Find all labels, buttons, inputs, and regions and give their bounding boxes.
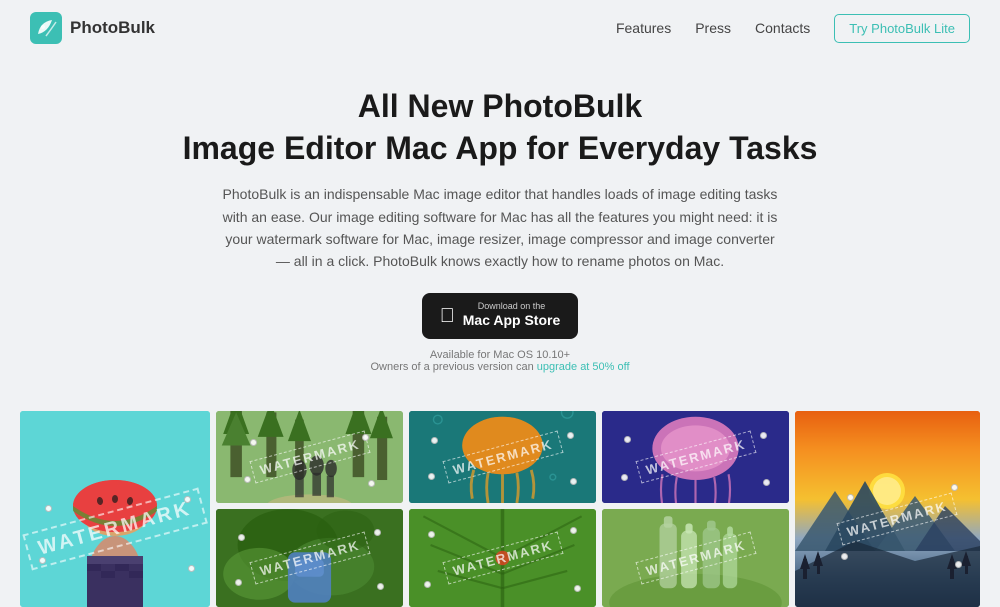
nav-features[interactable]: Features: [616, 20, 671, 36]
gallery-item-bottles: WATERMARK: [602, 509, 789, 607]
upgrade-prefix: Owners of a previous version can: [370, 361, 533, 373]
hero-title: All New PhotoBulk Image Editor Mac App f…: [20, 86, 980, 169]
wm-dot-br: [188, 565, 195, 572]
navigation: Features Press Contacts Try PhotoBulk Li…: [616, 14, 970, 43]
download-app-store-button[interactable]:  Download on the Mac App Store: [422, 293, 579, 340]
gallery-mid-bottom: WATERMARK: [216, 509, 789, 607]
availability-text: Available for Mac OS 10.10+ Owners of a …: [20, 349, 980, 373]
gallery-item-watermelon: WATERMARK: [20, 411, 210, 607]
logo-area: PhotoBulk: [30, 12, 155, 44]
gallery-item-people: WATERMARK: [216, 411, 403, 503]
wm-dot: [250, 439, 257, 446]
nav-contacts[interactable]: Contacts: [755, 20, 810, 36]
wm-dot: [374, 529, 381, 536]
gallery-item-sunset: WATERMARK: [795, 411, 980, 607]
gallery-top-row: WATERMARK: [20, 411, 980, 607]
gallery-item-jellyfish-teal: WATERMARK: [409, 411, 596, 503]
wm-dot: [574, 585, 581, 592]
hero-section: All New PhotoBulk Image Editor Mac App f…: [0, 56, 1000, 393]
hero-title-line2: Image Editor Mac App for Everyday Tasks: [183, 130, 818, 166]
download-btn-text: Download on the Mac App Store: [463, 302, 561, 331]
logo-text: PhotoBulk: [70, 18, 155, 38]
wm-dot: [428, 531, 435, 538]
apple-icon: : [440, 306, 455, 326]
wm-dot: [567, 432, 574, 439]
wm-dot: [368, 480, 375, 487]
logo-icon: [30, 12, 62, 44]
hero-title-line1: All New PhotoBulk: [358, 88, 642, 124]
hero-description: PhotoBulk is an indispensable Mac image …: [220, 183, 780, 273]
wm-dot: [621, 474, 628, 481]
gallery-section: WATERMARK: [0, 393, 1000, 607]
gallery-item-leaves1: WATERMARK: [216, 509, 403, 607]
wm-dot: [424, 581, 431, 588]
try-lite-button[interactable]: Try PhotoBulk Lite: [834, 14, 970, 43]
gallery-item-leaf-closeup: WATERMARK: [409, 509, 596, 607]
upgrade-link[interactable]: upgrade at 50% off: [537, 361, 630, 373]
download-btn-main: Mac App Store: [463, 311, 561, 331]
wm-dot-tr: [184, 496, 191, 503]
wm-dot: [377, 583, 384, 590]
wm-dot: [847, 494, 854, 501]
header: PhotoBulk Features Press Contacts Try Ph…: [0, 0, 1000, 56]
gallery-middle-column: WATERMARK: [216, 411, 789, 607]
wm-dot: [955, 561, 962, 568]
nav-press[interactable]: Press: [695, 20, 731, 36]
wm-dot: [951, 484, 958, 491]
download-btn-top: Download on the: [463, 302, 561, 311]
gallery-mid-top: WATERMARK: [216, 411, 789, 503]
availability-line1: Available for Mac OS 10.10+: [20, 349, 980, 361]
gallery-item-jellyfish-blue: WATERMARK: [602, 411, 789, 503]
wm-dot: [760, 432, 767, 439]
availability-upgrade: Owners of a previous version can upgrade…: [20, 361, 980, 373]
